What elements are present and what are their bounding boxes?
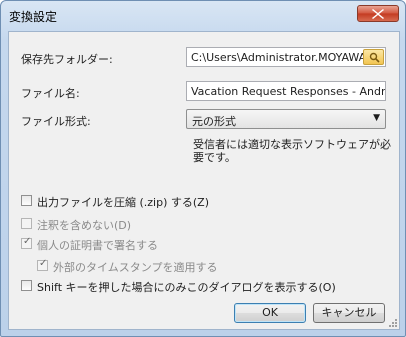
zip-checkbox[interactable] bbox=[21, 195, 32, 206]
close-button[interactable] bbox=[357, 5, 399, 22]
ok-button[interactable]: OK bbox=[234, 303, 306, 323]
resize-grip-icon[interactable] bbox=[388, 318, 398, 328]
shift-dialog-label: Shift キーを押した場合にのみこのダイアログを表示する(O) bbox=[37, 281, 336, 294]
format-select[interactable]: 元の形式 ▼ bbox=[186, 109, 386, 129]
zip-label: 出力ファイルを圧縮 (.zip) する(Z) bbox=[37, 196, 210, 209]
filename-value: Vacation Request Responses - Andrew J. bbox=[191, 85, 386, 98]
dialog-title: 変換設定 bbox=[9, 10, 58, 24]
format-note: 受信者には適切な表示ソフトウェアが必要です。 bbox=[193, 138, 391, 164]
folder-label: 保存先フォルダー: bbox=[21, 53, 113, 66]
chevron-down-icon: ▼ bbox=[373, 113, 380, 123]
filename-label: ファイル名: bbox=[21, 87, 80, 100]
timestamp-checkbox[interactable] bbox=[37, 258, 48, 271]
title-bar[interactable]: 変換設定 bbox=[1, 1, 405, 27]
search-icon bbox=[369, 52, 380, 63]
shift-dialog-checkbox[interactable] bbox=[21, 280, 32, 291]
folder-field[interactable]: C:\Users\Administrator.MOYAWARE bbox=[186, 47, 386, 67]
folder-value: C:\Users\Administrator.MOYAWARE bbox=[191, 51, 381, 64]
close-icon bbox=[372, 9, 384, 19]
no-annotations-label: 注釈を含めない(D) bbox=[37, 219, 132, 232]
browse-folder-button[interactable] bbox=[363, 49, 384, 65]
dialog-body: 保存先フォルダー: C:\Users\Administrator.MOYAWAR… bbox=[8, 31, 400, 330]
format-label: ファイル形式: bbox=[21, 115, 91, 128]
filename-field[interactable]: Vacation Request Responses - Andrew J. bbox=[186, 81, 386, 101]
cancel-button[interactable]: キャンセル bbox=[313, 303, 385, 323]
timestamp-label: 外部のタイムスタンプを適用する bbox=[53, 261, 218, 274]
dialog-window: 変換設定 保存先フォルダー: C:\Users\Administrator.MO… bbox=[0, 0, 406, 337]
sign-label: 個人の証明書で署名する bbox=[37, 239, 158, 252]
no-annotations-checkbox[interactable] bbox=[21, 218, 32, 229]
format-value: 元の形式 bbox=[192, 115, 236, 128]
sign-checkbox[interactable] bbox=[21, 236, 32, 249]
